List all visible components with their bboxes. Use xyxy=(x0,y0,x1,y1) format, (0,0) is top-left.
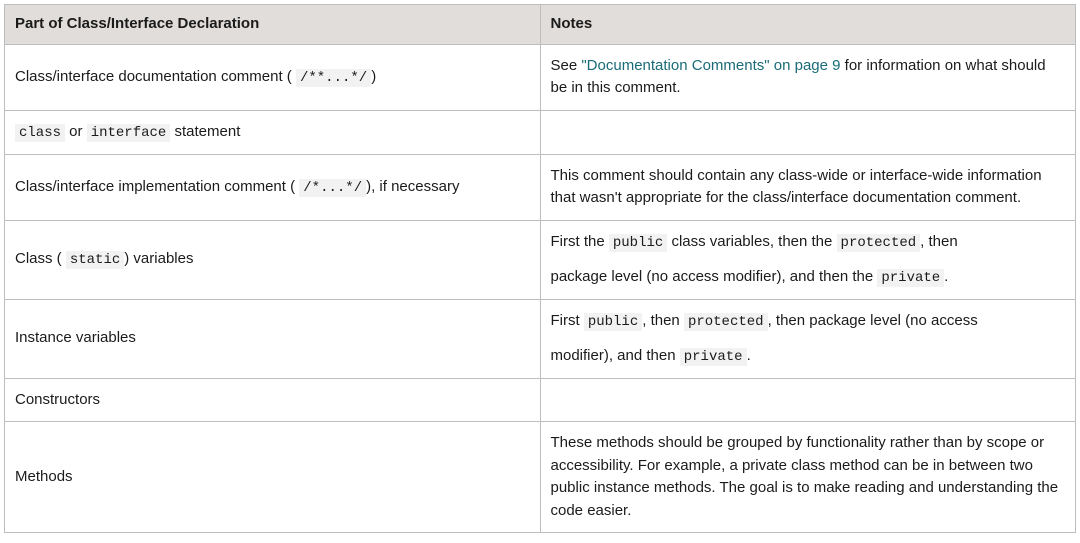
table-row: Class ( static) variables First the publi… xyxy=(5,220,1076,299)
table-cell: Instance variables xyxy=(5,299,541,378)
code-token: static xyxy=(66,251,124,269)
cell-line: First public, then protected, then packa… xyxy=(551,310,1066,333)
table-row: MethodsThese methods should be grouped b… xyxy=(5,422,1076,533)
header-col2: Notes xyxy=(540,5,1076,45)
table-row: Class/interface documentation comment ( … xyxy=(5,44,1076,110)
code-token: protected xyxy=(684,313,768,331)
table-row: class or interface statement xyxy=(5,110,1076,154)
table-cell: This comment should contain any class-wi… xyxy=(540,154,1076,220)
table-cell: class or interface statement xyxy=(5,110,541,154)
code-token: private xyxy=(680,348,747,366)
doc-link[interactable]: "Documentation Comments" on page 9 xyxy=(581,57,840,74)
code-token: public xyxy=(609,234,667,252)
code-token: protected xyxy=(837,234,921,252)
header-col1: Part of Class/Interface Declaration xyxy=(5,5,541,45)
table-cell: Methods xyxy=(5,422,541,533)
table-cell: First public, then protected, then packa… xyxy=(540,299,1076,378)
table-cell xyxy=(540,378,1076,422)
table-row: Instance variables First public, then pro… xyxy=(5,299,1076,378)
table-row: Class/interface implementation comment (… xyxy=(5,154,1076,220)
cell-line: First the public class variables, then t… xyxy=(551,231,1066,254)
table-cell: Class/interface documentation comment ( … xyxy=(5,44,541,110)
table-header-row: Part of Class/Interface Declaration Note… xyxy=(5,5,1076,45)
cell-line: modifier), and then private. xyxy=(551,345,1066,368)
cell-line: package level (no access modifier), and … xyxy=(551,266,1066,289)
code-token: private xyxy=(877,269,944,287)
table-cell: Constructors xyxy=(5,378,541,422)
code-token: public xyxy=(584,313,642,331)
code-token: class xyxy=(15,124,65,142)
class-declaration-table: Part of Class/Interface Declaration Note… xyxy=(4,4,1076,533)
table-cell: First the public class variables, then t… xyxy=(540,220,1076,299)
code-token: interface xyxy=(87,124,171,142)
table-cell: These methods should be grouped by funct… xyxy=(540,422,1076,533)
table-cell: Class ( static) variables xyxy=(5,220,541,299)
table-cell xyxy=(540,110,1076,154)
code-token: /*...*/ xyxy=(299,179,366,197)
table-row: Constructors xyxy=(5,378,1076,422)
table-cell: See "Documentation Comments" on page 9 f… xyxy=(540,44,1076,110)
table-cell: Class/interface implementation comment (… xyxy=(5,154,541,220)
code-token: /**...*/ xyxy=(296,69,371,87)
